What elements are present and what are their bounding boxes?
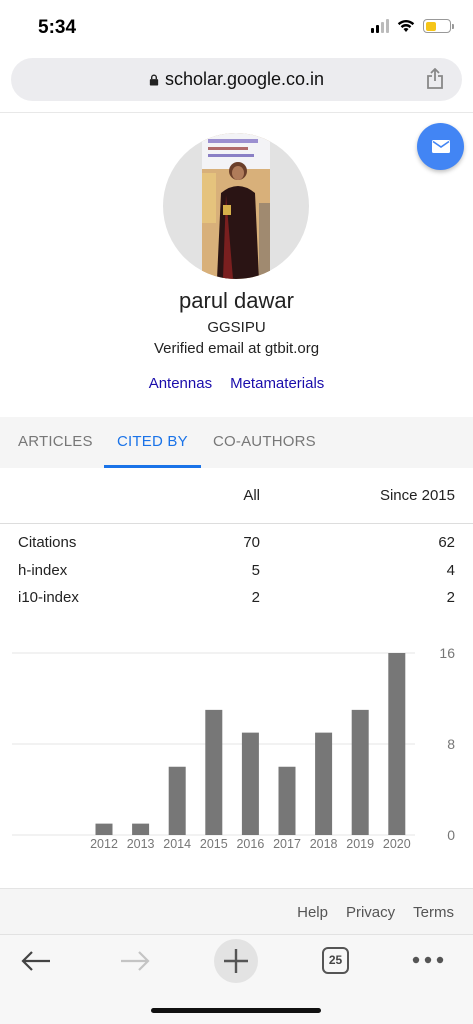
tab-switcher-button[interactable]: 25 [322, 947, 349, 974]
citations-chart: 16 8 0 2012 2013 2014 2015 2016 2017 2018 2019 2020 [0, 640, 473, 860]
stats-value-all: 2 [251, 589, 260, 606]
tab-cited-by[interactable]: CITED BY [104, 417, 201, 468]
chart-bar-2020[interactable] [388, 653, 406, 835]
chart-x-tick-label: 2015 [200, 837, 228, 851]
more-icon[interactable] [412, 956, 444, 964]
stats-row-citations: Citations 70 62 [0, 534, 473, 556]
chart-y-tick-label: 0 [447, 827, 455, 843]
stats-header-since: Since 2015 [379, 487, 455, 504]
profile-photo[interactable] [163, 133, 309, 279]
share-icon[interactable] [426, 68, 444, 90]
chart-bar-2018[interactable] [315, 732, 333, 835]
stats-value-since: 2 [446, 589, 455, 606]
chart-x-tick-label: 2019 [346, 837, 374, 851]
chart-x-tick-label: 2018 [310, 837, 338, 851]
stats-value-since: 4 [446, 562, 455, 579]
chart-bar-2014[interactable] [168, 766, 186, 835]
plus-icon [224, 949, 248, 973]
status-bar: 5:34 [0, 0, 473, 56]
chart-bar-2013[interactable] [132, 823, 150, 835]
stats-row-i10-index: i10-index 2 2 [0, 589, 473, 611]
chart-x-tick-label: 2016 [236, 837, 264, 851]
status-time: 5:34 [38, 17, 77, 38]
stats-label: i10-index [18, 589, 79, 606]
profile-name: parul dawar [179, 288, 294, 313]
chart-bar-2016[interactable] [241, 732, 259, 835]
stats-label: h-index [18, 562, 68, 579]
stats-header-all: All [243, 487, 260, 504]
chart-x-tick-label: 2017 [273, 837, 301, 851]
stats-label: Citations [18, 534, 77, 551]
signal-icon [371, 19, 389, 33]
footer-terms-link[interactable]: Terms [413, 904, 454, 921]
stats-value-since: 62 [438, 534, 455, 551]
profile-photo-image [202, 133, 270, 279]
status-icons [371, 19, 454, 33]
chart-y-tick-label: 16 [439, 645, 455, 661]
chart-x-tick-label: 2013 [127, 837, 155, 851]
chart-bar-2019[interactable] [351, 709, 369, 835]
interest-link[interactable]: Antennas [149, 375, 212, 392]
email-button[interactable] [417, 123, 464, 170]
tab-co-authors[interactable]: CO-AUTHORS [213, 417, 316, 468]
profile-affiliation: GGSIPU [207, 319, 266, 336]
chart-y-tick-label: 8 [447, 736, 455, 752]
interest-link[interactable]: Metamaterials [230, 375, 324, 392]
chart-bar-2015[interactable] [205, 709, 223, 835]
forward-arrow-icon[interactable] [119, 949, 151, 973]
chart-x-tick-label: 2014 [163, 837, 191, 851]
citations-chart-svg: 16 8 0 2012 2013 2014 2015 2016 2017 2018 2019 2020 [12, 645, 455, 851]
profile-email: Verified email at gtbit.org [153, 340, 320, 357]
address-bar[interactable]: scholar.google.co.in [11, 58, 462, 101]
page-footer: Help Privacy Terms [0, 888, 473, 934]
footer-help-link[interactable]: Help [297, 904, 328, 921]
battery-icon [423, 19, 454, 33]
stats-divider [0, 523, 473, 524]
mail-icon [431, 140, 450, 153]
tab-articles[interactable]: ARTICLES [18, 417, 93, 468]
header-divider [0, 112, 473, 113]
lock-icon [149, 74, 159, 86]
research-interests: Antennas Metamaterials [0, 375, 473, 392]
chart-x-tick-label: 2020 [383, 837, 411, 851]
back-arrow-icon[interactable] [20, 949, 52, 973]
new-tab-button[interactable] [214, 939, 258, 983]
browser-toolbar: 25 [0, 934, 473, 1024]
home-indicator [151, 1008, 321, 1013]
chart-bar-2012[interactable] [95, 823, 113, 835]
chart-bar-2017[interactable] [278, 766, 296, 835]
stats-row-h-index: h-index 5 4 [0, 562, 473, 584]
stats-value-all: 5 [251, 562, 260, 579]
footer-privacy-link[interactable]: Privacy [346, 904, 395, 921]
chart-x-tick-label: 2012 [90, 837, 118, 851]
stats-value-all: 70 [243, 534, 260, 551]
wifi-icon [397, 19, 415, 32]
profile-tabs: ARTICLES CITED BY CO-AUTHORS [0, 417, 473, 468]
url-text: scholar.google.co.in [164, 69, 325, 89]
